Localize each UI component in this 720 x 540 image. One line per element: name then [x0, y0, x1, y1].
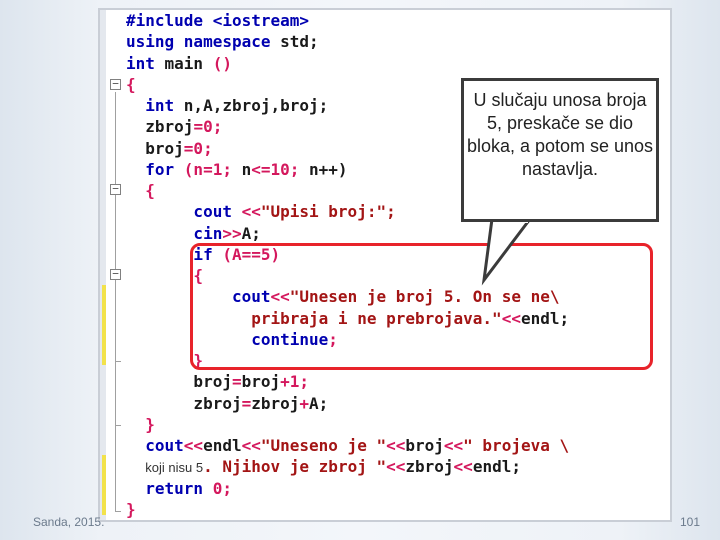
code-token: "Upisi broj:"; [260, 202, 396, 222]
code-line[interactable]: broj=broj+1; [126, 371, 569, 392]
callout-text: U slučaju unosa broja 5, preskače se dio… [466, 90, 654, 179]
fold-collapse-icon[interactable]: − [110, 78, 121, 90]
fold-end-tick [115, 511, 121, 512]
code-token: main [164, 53, 213, 73]
code-token: broj [126, 138, 184, 158]
highlight-box [190, 243, 653, 370]
code-token: { [126, 181, 155, 200]
code-token: cout [126, 436, 184, 455]
code-token: " brojeva \ [463, 436, 570, 455]
code-token: << [386, 457, 406, 477]
code-token: zbroj [126, 117, 194, 137]
code-line[interactable]: cout<<endl<<"Uneseno je "<<broj<<" broje… [126, 435, 569, 456]
fold-guide-line [115, 92, 116, 512]
code-token: n [241, 159, 252, 179]
code-token: broj [241, 372, 281, 392]
code-token: int [126, 96, 184, 115]
code-token: =0; [183, 138, 213, 158]
code-token: zbroj [251, 393, 300, 413]
code-token: . Njihov je zbroj " [203, 457, 387, 477]
fold-collapse-icon[interactable]: − [110, 183, 121, 195]
code-token: = [241, 393, 252, 413]
page-number: 101 [680, 515, 701, 529]
code-token: << [183, 436, 204, 455]
code-line[interactable]: int main () [126, 53, 569, 74]
code-token: using namespace [126, 32, 281, 52]
code-token: "Uneseno je " [260, 436, 387, 455]
fold-end-tick [115, 361, 121, 362]
code-token: std; [280, 32, 319, 52]
code-token: } [126, 414, 155, 434]
code-token: return [126, 478, 213, 498]
code-token: = [231, 372, 242, 392]
code-token: broj [126, 372, 232, 392]
code-token: n,A,zbroj,broj; [183, 96, 329, 115]
code-line[interactable]: cin>>A; [126, 223, 569, 244]
code-token: << [453, 457, 473, 477]
code-token: 0; [212, 478, 232, 498]
fold-collapse-icon[interactable]: − [110, 268, 121, 280]
editor-gutter [100, 10, 106, 520]
code-token: int [126, 53, 165, 73]
code-token: broj [405, 436, 444, 455]
code-token: << [443, 436, 464, 455]
code-line[interactable]: using namespace std; [126, 31, 569, 52]
change-bar [102, 285, 106, 365]
code-token: n++) [309, 159, 348, 179]
code-token: for [126, 159, 184, 179]
code-token: () [212, 53, 232, 73]
code-token: endl [203, 436, 242, 455]
code-line[interactable]: return 0; [126, 478, 569, 499]
code-token: { [126, 74, 136, 94]
code-token: >> [222, 223, 242, 243]
code-line[interactable]: } [126, 414, 569, 435]
fold-end-tick [115, 425, 121, 426]
code-token: #include <iostream> [126, 11, 310, 30]
code-token: cout [126, 202, 242, 222]
code-token: + [299, 393, 310, 413]
code-line[interactable]: koji nisu 5. Njihov je zbroj "<<zbroj<<e… [126, 456, 569, 477]
code-line[interactable]: #include <iostream> [126, 10, 569, 31]
code-line[interactable]: zbroj=zbroj+A; [126, 393, 569, 414]
callout-note: U slučaju unosa broja 5, preskače se dio… [461, 78, 659, 222]
code-token: << [241, 202, 261, 222]
code-token: +1; [280, 372, 310, 392]
footer-author: Sanda, 2015. [33, 515, 105, 529]
code-token: << [386, 436, 406, 455]
code-token: =0; [193, 117, 223, 137]
code-token: endl; [472, 457, 521, 477]
code-token: koji nisu 5 [145, 460, 204, 476]
code-token: (n=1; [183, 159, 242, 179]
code-token: A; [309, 393, 329, 413]
code-token: zbroj [126, 393, 242, 413]
code-token: A; [241, 223, 261, 243]
code-token: <=10; [251, 159, 310, 179]
change-bar [102, 455, 106, 515]
code-line[interactable]: } [126, 499, 569, 520]
code-token: cin [126, 223, 223, 243]
code-token: << [241, 436, 261, 455]
code-token: } [126, 499, 136, 519]
code-token: zbroj [405, 457, 454, 477]
